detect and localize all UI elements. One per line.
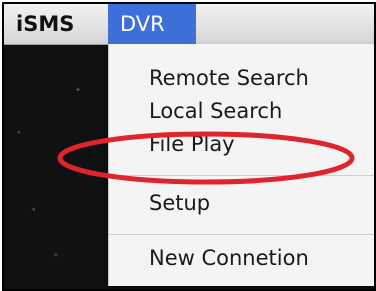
- menu-dvr[interactable]: DVR: [108, 4, 196, 44]
- screenshot-frame: iSMS DVR Remote Search Local Search File…: [2, 2, 376, 291]
- menu-separator: [109, 175, 374, 176]
- menu-separator: [109, 234, 374, 235]
- menu-bar: iSMS DVR: [4, 4, 374, 45]
- dvr-dropdown-menu: Remote Search Local Search File Play Set…: [108, 44, 374, 286]
- menu-item-new-connection[interactable]: New Connetion: [149, 246, 309, 270]
- menu-item-file-play[interactable]: File Play: [149, 132, 235, 156]
- menu-item-remote-search[interactable]: Remote Search: [149, 66, 309, 90]
- menu-item-local-search[interactable]: Local Search: [149, 99, 282, 123]
- menu-item-setup[interactable]: Setup: [149, 191, 210, 215]
- menu-app-name[interactable]: iSMS: [16, 4, 74, 44]
